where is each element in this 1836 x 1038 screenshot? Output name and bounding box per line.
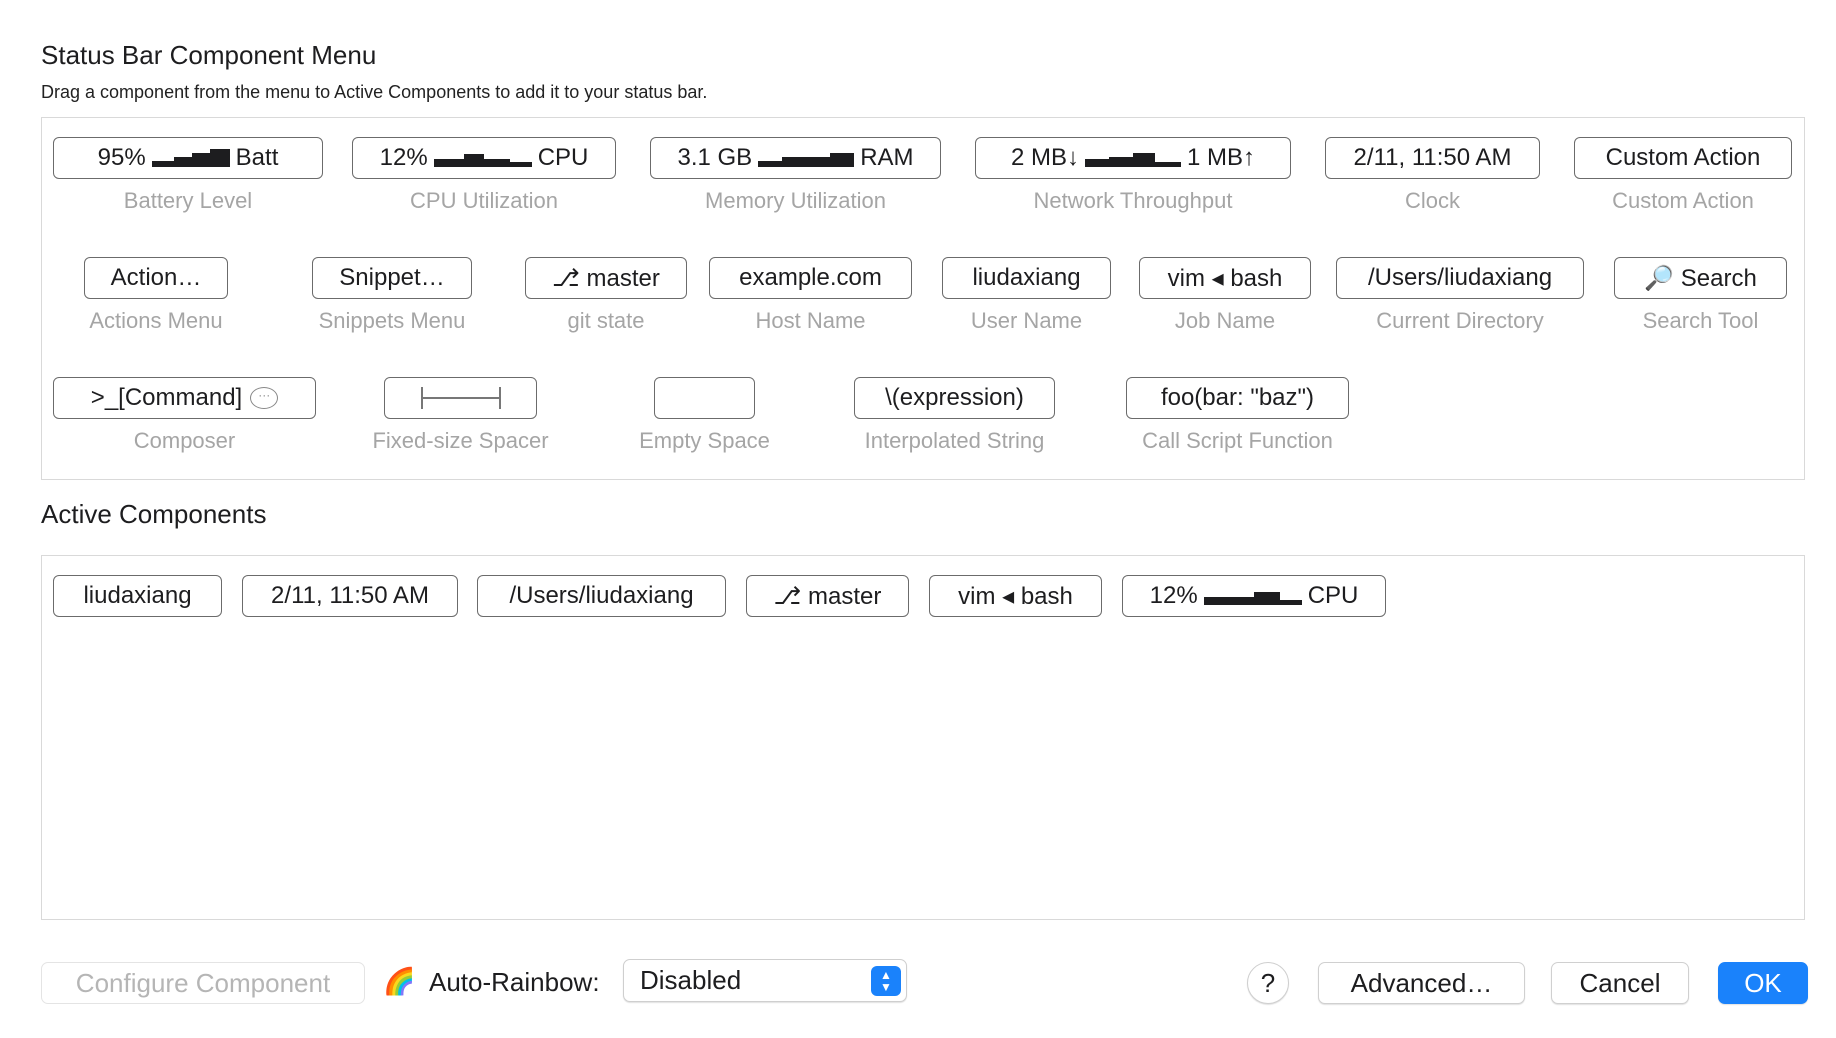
network-sparkline-icon (1085, 149, 1181, 167)
select-chevrons-icon: ▲ ▼ (871, 966, 901, 996)
auto-rainbow-select[interactable]: Disabled ▲ ▼ (623, 959, 907, 1002)
component-menu: 95% Batt Battery Level 12% CPU CPU Utili… (41, 117, 1805, 480)
clock-caption: Clock (1404, 188, 1460, 213)
call-script-function-caption: Call Script Function (1142, 428, 1333, 453)
cpu-utilization-pill[interactable]: 12% CPU (352, 137, 616, 179)
battery-level-pill[interactable]: 95% Batt (53, 137, 323, 179)
rainbow-icon: 🌈 (383, 966, 416, 996)
memory-utilization-pill[interactable]: 3.1 GB RAM (650, 137, 941, 179)
cpu-utilization-caption: CPU Utilization (410, 188, 558, 213)
spacer-icon (420, 387, 501, 409)
network-up: 1 MB↑ (1187, 144, 1256, 171)
actions-menu-caption: Actions Menu (89, 308, 223, 333)
active-user-name-pill[interactable]: liudaxiang (53, 575, 222, 617)
call-script-function-pill[interactable]: foo(bar: "baz") (1126, 377, 1349, 419)
git-state-caption: git state (567, 308, 645, 333)
active-job-name-pill[interactable]: vim ◂ bash (929, 575, 1102, 617)
empty-space-pill[interactable] (654, 377, 755, 419)
cpu-suffix: CPU (537, 144, 589, 171)
cpu-sparkline-icon (433, 149, 532, 167)
battery-sparkline-icon (151, 149, 230, 167)
auto-rainbow-label: Auto-Rainbow: (429, 967, 600, 997)
active-cpu-sparkline-icon (1203, 587, 1302, 605)
current-directory-caption: Current Directory (1376, 308, 1544, 333)
dialog-subtitle: Drag a component from the menu to Active… (41, 82, 708, 102)
custom-action-caption: Custom Action (1612, 188, 1754, 213)
composer-label: >_[Command] (90, 384, 243, 411)
clock-pill[interactable]: 2/11, 11:50 AM (1325, 137, 1540, 179)
fixed-size-spacer-caption: Fixed-size Spacer (372, 428, 549, 453)
active-components-area[interactable]: liudaxiang 2/11, 11:50 AM /Users/liudaxi… (41, 555, 1805, 920)
advanced-button[interactable]: Advanced… (1318, 962, 1525, 1004)
speech-bubble-icon: ··· (250, 387, 279, 409)
memory-suffix: RAM (860, 144, 914, 171)
ok-button[interactable]: OK (1718, 962, 1808, 1004)
active-cpu-utilization-pill[interactable]: 12% CPU (1122, 575, 1386, 617)
cpu-percent: 12% (379, 144, 428, 171)
active-components-title: Active Components (41, 499, 267, 529)
user-name-caption: User Name (970, 308, 1083, 333)
search-tool-caption: Search Tool (1642, 308, 1759, 333)
active-clock-pill[interactable]: 2/11, 11:50 AM (242, 575, 458, 617)
snippets-menu-pill[interactable]: Snippet… (312, 257, 472, 299)
active-git-state-pill[interactable]: ⎇ master (746, 575, 909, 617)
interpolated-string-pill[interactable]: \(expression) (854, 377, 1055, 419)
job-name-caption: Job Name (1174, 308, 1276, 333)
user-name-pill[interactable]: liudaxiang (942, 257, 1111, 299)
fixed-size-spacer-pill[interactable] (384, 377, 537, 419)
network-throughput-caption: Network Throughput (1033, 188, 1233, 213)
cancel-button[interactable]: Cancel (1551, 962, 1689, 1004)
battery-percent: 95% (97, 144, 146, 171)
battery-level-caption: Battery Level (123, 188, 253, 213)
auto-rainbow-value: Disabled (640, 965, 742, 995)
active-cpu-suffix: CPU (1307, 582, 1359, 609)
interpolated-string-caption: Interpolated String (864, 428, 1045, 453)
actions-menu-pill[interactable]: Action… (84, 257, 228, 299)
composer-pill[interactable]: >_[Command] ··· (53, 377, 316, 419)
current-directory-pill[interactable]: /Users/liudaxiang (1336, 257, 1584, 299)
memory-value: 3.1 GB (677, 144, 753, 171)
empty-space-caption: Empty Space (639, 428, 770, 453)
host-name-caption: Host Name (755, 308, 866, 333)
network-throughput-pill[interactable]: 2 MB↓ 1 MB↑ (975, 137, 1291, 179)
memory-sparkline-icon (758, 149, 855, 167)
job-name-pill[interactable]: vim ◂ bash (1139, 257, 1311, 299)
help-button[interactable]: ? (1247, 962, 1289, 1004)
memory-utilization-caption: Memory Utilization (705, 188, 886, 213)
search-tool-pill[interactable]: 🔎 Search (1614, 257, 1787, 299)
dialog-title: Status Bar Component Menu (41, 40, 377, 70)
git-state-pill[interactable]: ⎇ master (525, 257, 687, 299)
configure-component-button[interactable]: Configure Component (41, 962, 365, 1004)
host-name-pill[interactable]: example.com (709, 257, 912, 299)
active-cpu-percent: 12% (1149, 582, 1198, 609)
network-down: 2 MB↓ (1010, 144, 1079, 171)
active-current-directory-pill[interactable]: /Users/liudaxiang (477, 575, 726, 617)
battery-suffix: Batt (235, 144, 279, 171)
composer-caption: Composer (133, 428, 236, 453)
snippets-menu-caption: Snippets Menu (318, 308, 466, 333)
custom-action-pill[interactable]: Custom Action (1574, 137, 1792, 179)
